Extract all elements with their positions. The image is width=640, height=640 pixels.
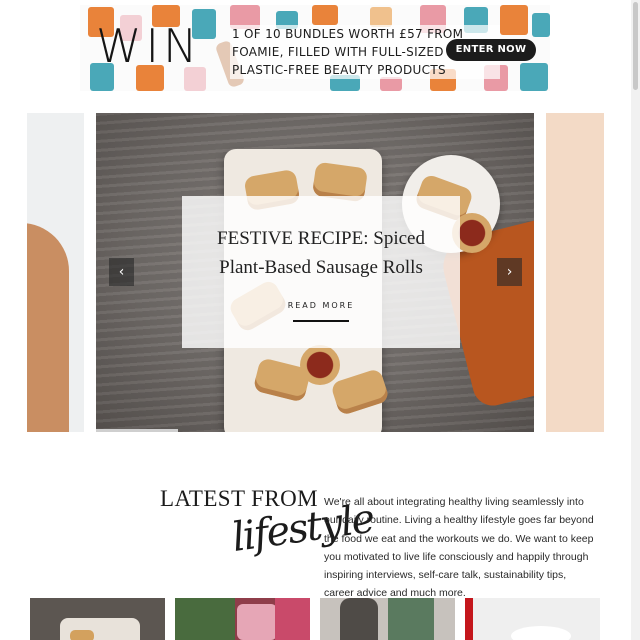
product-image [500,5,528,35]
offer-line: PLASTIC-FREE BEAUTY PRODUCTS [232,63,446,77]
enter-now-button[interactable]: ENTER NOW [446,39,536,61]
thumbnail-image [340,598,378,640]
product-image [520,63,548,91]
product-image [532,13,550,37]
thumbnail-image [237,604,277,640]
carousel-next-button[interactable]: › [497,258,522,286]
thumbnail-image [275,598,310,640]
thumbnail-image [465,598,473,640]
carousel-next-slide-peek[interactable] [546,113,604,432]
product-image [312,5,338,25]
banner-headline: WIN [96,19,202,73]
slide-caption-box: FESTIVE RECIPE: Spiced Plant-Based Sausa… [182,196,460,348]
article-thumbnail[interactable] [320,598,455,640]
chevron-right-icon: › [506,264,513,280]
chevron-left-icon: ‹ [118,264,125,280]
image-progress-bar [96,429,178,432]
product-image [380,77,402,91]
scrollbar-thumb[interactable] [633,2,638,90]
read-more-underline [293,320,349,322]
read-more-link[interactable]: READ MORE [182,301,460,310]
carousel-prev-button[interactable]: ‹ [109,258,134,286]
slide-title[interactable]: FESTIVE RECIPE: Spiced Plant-Based Sausa… [192,224,450,282]
carousel-prev-slide-peek[interactable] [27,113,84,432]
section-heading-script: lifestyle [229,495,376,562]
article-thumbnail[interactable] [30,598,165,640]
thumbnail-image [70,630,94,640]
article-thumbnail[interactable] [175,598,310,640]
thumbnail-image [511,626,571,640]
thumbnail-image [175,598,235,640]
article-thumbnail[interactable] [465,598,600,640]
thumbnail-image [388,598,434,640]
slide-image [27,223,69,432]
page-scrollbar[interactable] [631,0,640,640]
promo-banner[interactable]: WIN 1 OF 10 BUNDLES WORTH £57 FROM FOAMI… [80,5,550,91]
section-intro: We're all about integrating healthy livi… [324,496,594,600]
product-image [370,7,392,27]
sausage-roll-cut-graphic [300,345,340,385]
